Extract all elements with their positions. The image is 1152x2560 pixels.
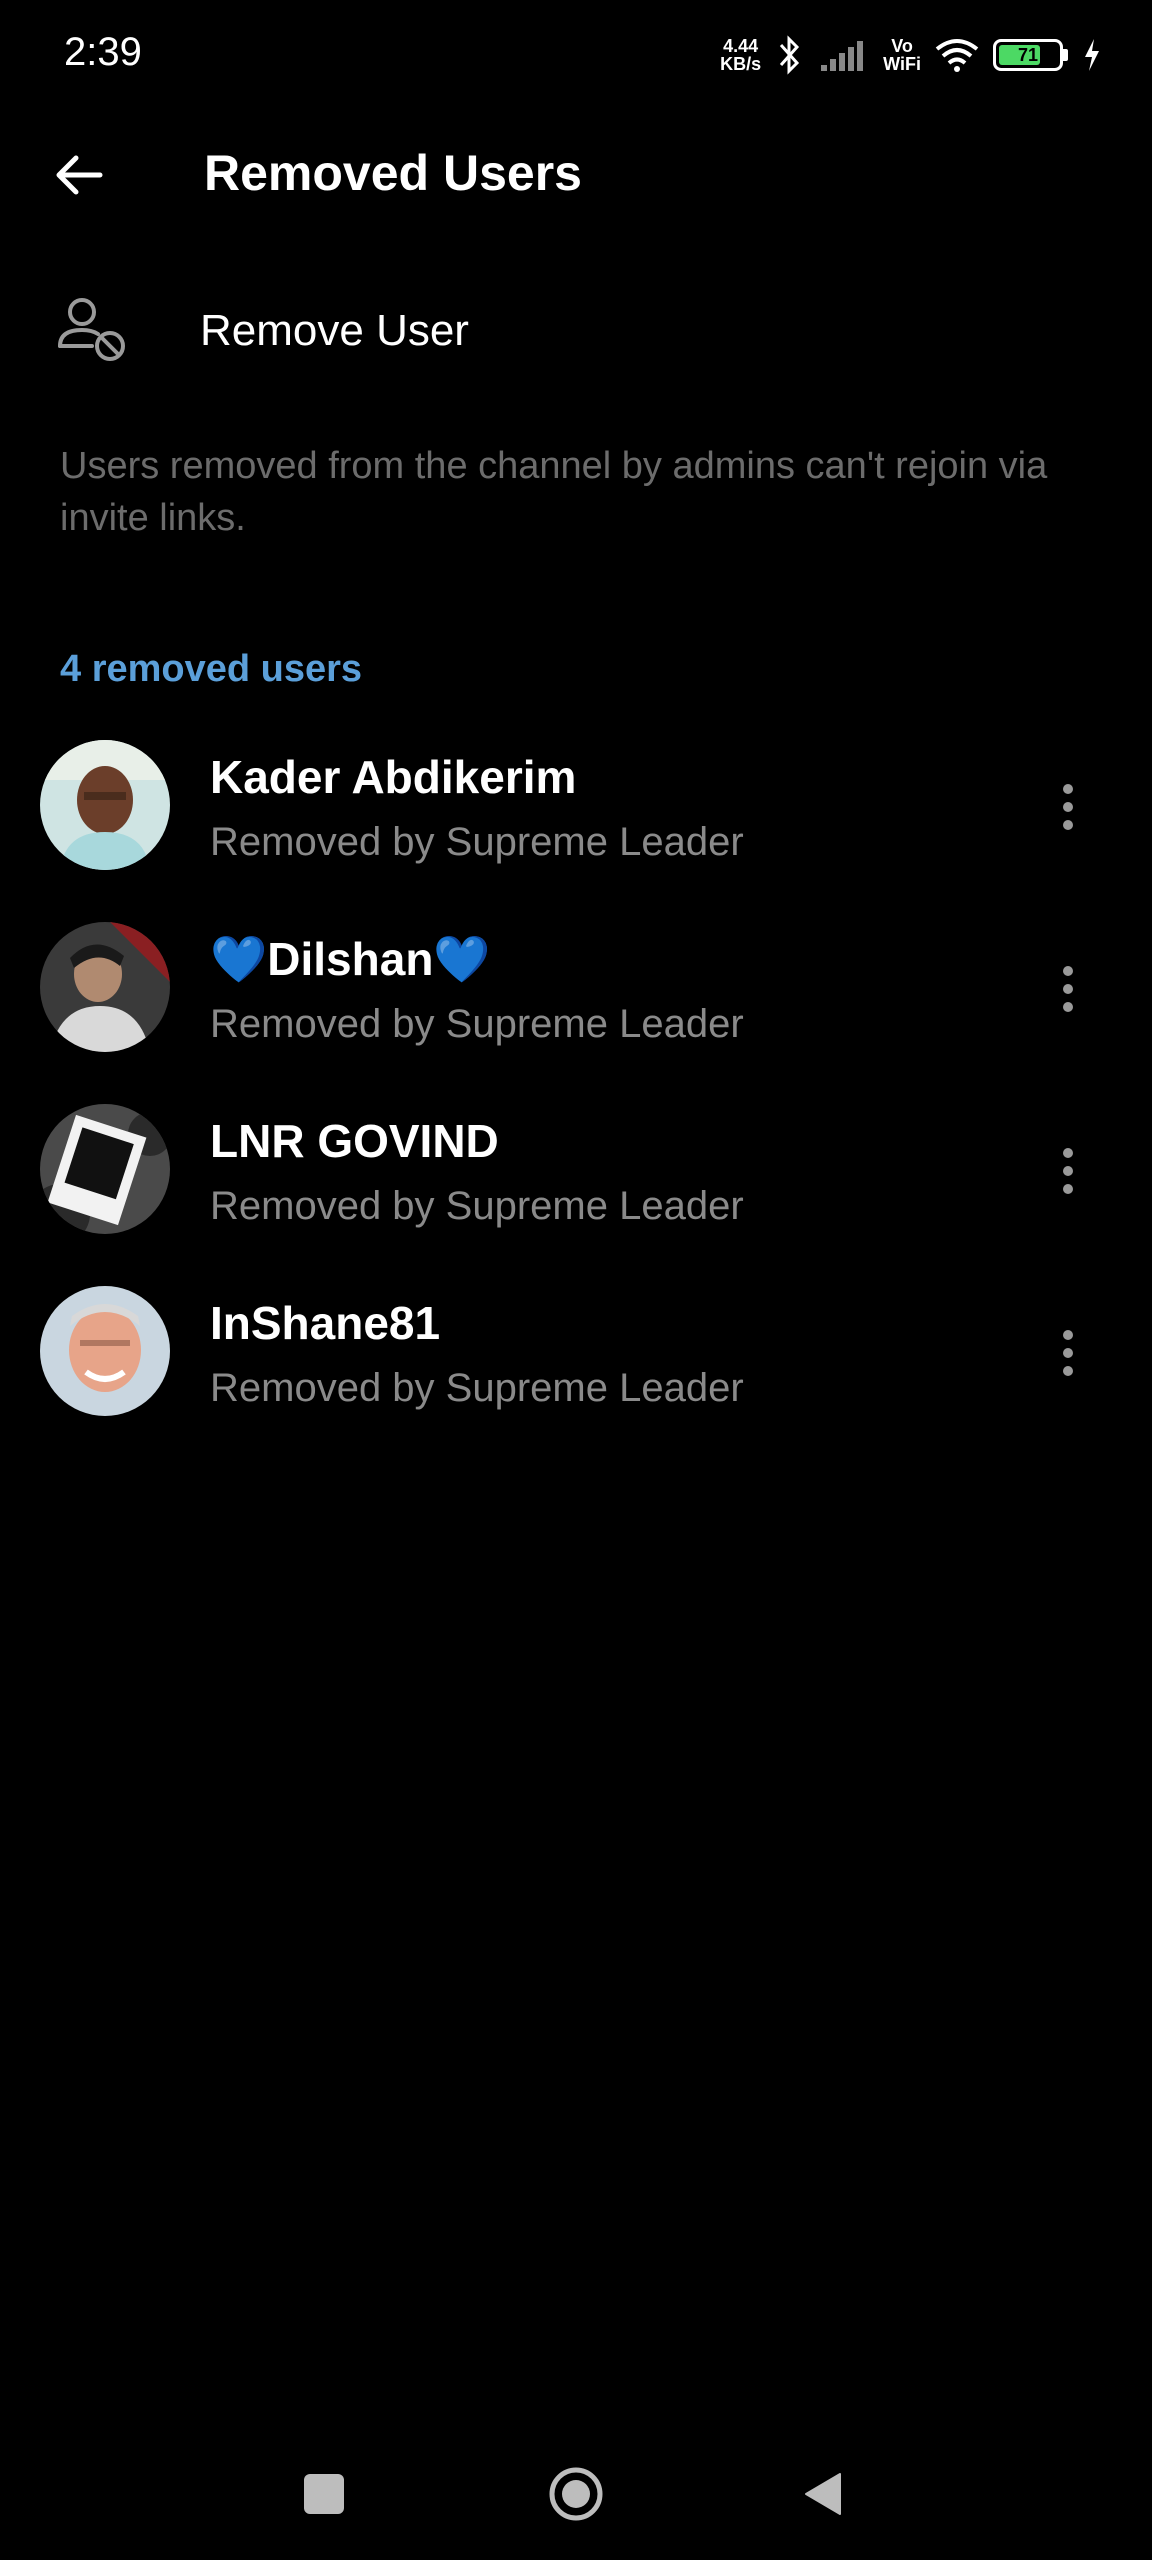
battery-level: 71	[1017, 44, 1039, 65]
list-item[interactable]: Kader Abdikerim Removed by Supreme Leade…	[0, 722, 1152, 904]
more-options-button[interactable]	[1046, 1136, 1090, 1206]
user-name: LNR GOVIND	[210, 1115, 499, 1167]
vo-label: Vo	[891, 36, 913, 56]
user-removed-by: Removed by Supreme Leader	[210, 1184, 744, 1228]
user-name: Kader Abdikerim	[210, 751, 577, 803]
wifi-icon	[935, 37, 979, 73]
list-item[interactable]: InShane81 Removed by Supreme Leader	[0, 1268, 1152, 1450]
more-dot	[1063, 1184, 1073, 1194]
more-options-button[interactable]	[1046, 772, 1090, 842]
network-speed-value: 4.44	[723, 36, 759, 56]
bluetooth-icon	[775, 35, 805, 75]
list-item[interactable]: 💙Dilshan💙 Removed by Supreme Leader	[0, 904, 1152, 1086]
avatar	[40, 1104, 170, 1234]
battery-icon: 71	[993, 39, 1063, 71]
battery-indicator: 71	[993, 39, 1068, 71]
remove-user-label: Remove User	[200, 306, 469, 355]
more-vertical-icon	[1063, 1330, 1073, 1340]
info-text: Users removed from the channel by admins…	[60, 445, 1048, 539]
user-removed-by: Removed by Supreme Leader	[210, 1366, 744, 1410]
list-item[interactable]: LNR GOVIND Removed by Supreme Leader	[0, 1086, 1152, 1268]
more-dot	[1063, 984, 1073, 994]
more-dot	[1063, 1366, 1073, 1376]
more-vertical-icon	[1063, 966, 1073, 976]
status-icons: 4.44 KB/s Vo WiFi 71	[720, 30, 1102, 80]
more-vertical-icon	[1063, 1148, 1073, 1158]
user-name: 💙Dilshan💙	[210, 933, 491, 985]
circle-icon[interactable]	[548, 2466, 604, 2522]
network-speed-unit: KB/s	[720, 54, 762, 74]
more-dot	[1063, 802, 1073, 812]
charging-bolt-icon	[1082, 37, 1102, 73]
app-header: Removed Users	[0, 110, 1152, 240]
square-icon[interactable]	[304, 2474, 344, 2514]
more-options-button[interactable]	[1046, 954, 1090, 1024]
user-remove-icon	[56, 296, 132, 366]
system-nav-bar	[0, 2430, 1152, 2560]
removed-users-list: Kader Abdikerim Removed by Supreme Leade…	[0, 722, 1152, 1450]
arrow-left-icon	[54, 153, 104, 202]
network-speed: 4.44 KB/s	[720, 37, 761, 73]
page-title: Removed Users	[204, 145, 582, 201]
back-button[interactable]	[44, 142, 114, 212]
more-dot	[1063, 1166, 1073, 1176]
remove-user-button[interactable]: Remove User	[0, 270, 1152, 400]
more-dot	[1063, 1348, 1073, 1358]
status-bar: 2:39 4.44 KB/s Vo WiFi 71	[0, 0, 1152, 110]
vowifi-indicator: Vo WiFi	[883, 37, 921, 73]
avatar	[40, 740, 170, 870]
wifi-label: WiFi	[883, 54, 921, 74]
status-time: 2:39	[64, 30, 142, 74]
user-name: InShane81	[210, 1297, 441, 1349]
more-dot	[1063, 1002, 1073, 1012]
user-removed-by: Removed by Supreme Leader	[210, 1002, 744, 1046]
more-dot	[1063, 820, 1073, 830]
more-options-button[interactable]	[1046, 1318, 1090, 1388]
user-removed-by: Removed by Supreme Leader	[210, 820, 744, 864]
section-header: 4 removed users	[60, 648, 363, 690]
battery-tip	[1063, 49, 1068, 61]
avatar	[40, 922, 170, 1052]
triangle-back-icon[interactable]	[800, 2470, 848, 2518]
more-vertical-icon	[1063, 784, 1073, 794]
avatar	[40, 1286, 170, 1416]
cellular-signal-icon	[819, 37, 869, 73]
